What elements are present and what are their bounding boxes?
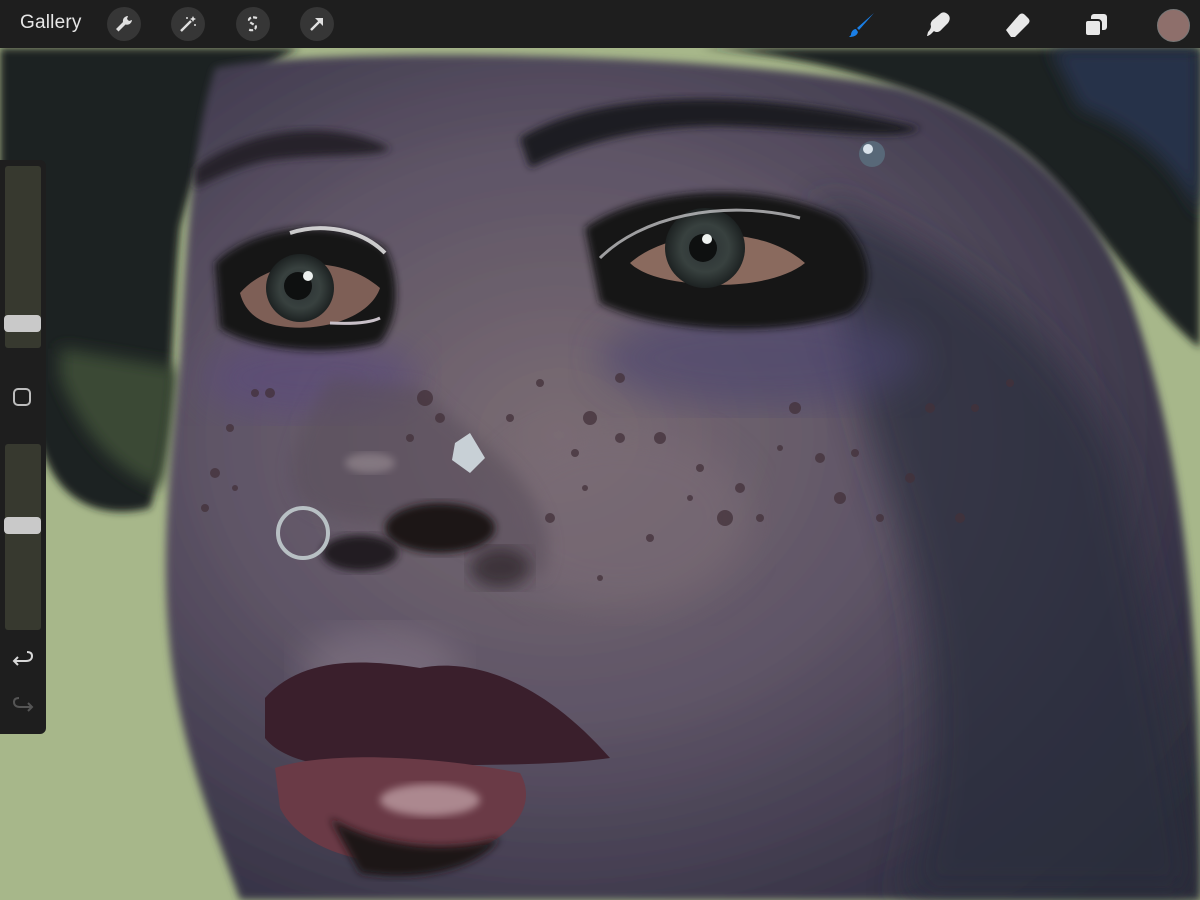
gallery-button[interactable]: Gallery (20, 12, 82, 34)
drawing-canvas[interactable] (0, 48, 1200, 900)
color-picker-swatch[interactable] (1157, 9, 1190, 42)
side-toolbar (0, 160, 46, 734)
adjustments-magic-wand-icon[interactable] (171, 7, 205, 41)
layers-icon[interactable] (1079, 8, 1113, 42)
smudge-icon[interactable] (922, 8, 956, 42)
opacity-slider-thumb[interactable] (4, 517, 41, 534)
opacity-slider[interactable] (4, 444, 41, 630)
brush-size-slider[interactable] (4, 166, 41, 348)
eraser-icon[interactable] (1000, 8, 1034, 42)
undo-icon[interactable] (11, 648, 35, 672)
modify-button-square-icon[interactable] (13, 388, 31, 406)
transform-arrow-icon[interactable] (300, 7, 334, 41)
brush-size-slider-thumb[interactable] (4, 315, 41, 332)
brush-icon[interactable] (845, 8, 879, 42)
selection-icon[interactable] (236, 7, 270, 41)
redo-icon[interactable] (11, 694, 35, 718)
actions-wrench-icon[interactable] (107, 7, 141, 41)
top-toolbar: Gallery (0, 0, 1200, 48)
